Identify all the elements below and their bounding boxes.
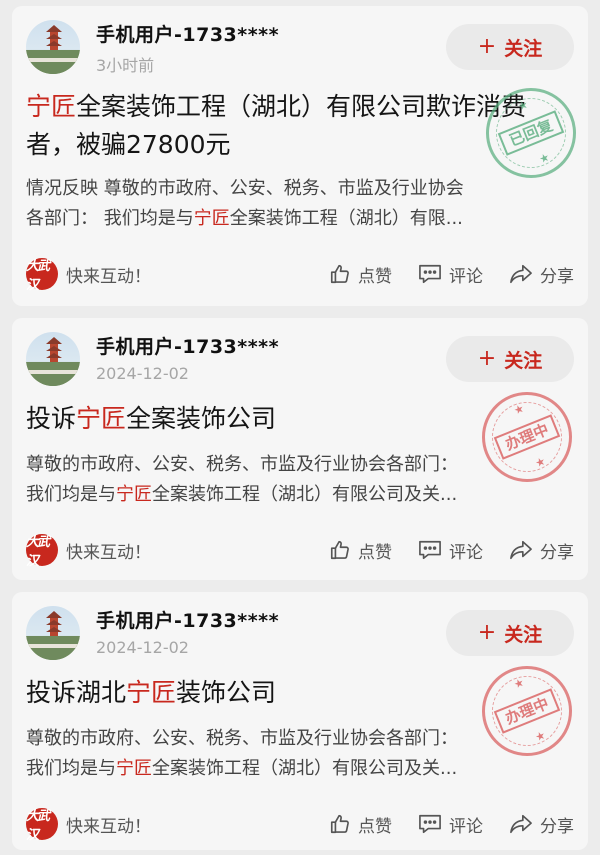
title-highlight: 宁匠 xyxy=(26,92,77,121)
thumbs-up-icon xyxy=(330,540,349,560)
share-label: 分享 xyxy=(540,266,574,287)
comment-label: 评论 xyxy=(449,542,483,563)
post-card[interactable]: 手机用户-1733**** 2024-12-02 + 关注 投诉湖北宁匠装饰公司… xyxy=(12,592,588,850)
comment-icon xyxy=(419,814,441,834)
share-icon xyxy=(510,540,532,560)
brand-logo[interactable]: 大武汉 xyxy=(26,808,58,843)
action-bar: 点赞 评论 分享 xyxy=(329,538,574,563)
brand-logo[interactable]: 大武汉 xyxy=(26,534,58,569)
post-time: 2024-12-02 xyxy=(96,638,189,657)
share-label: 分享 xyxy=(540,542,574,563)
share-button[interactable]: 分享 xyxy=(509,812,574,837)
post-time: 3小时前 xyxy=(96,56,155,75)
comment-icon xyxy=(419,540,441,560)
avatar[interactable] xyxy=(26,20,80,74)
like-label: 点赞 xyxy=(358,266,392,287)
post-summary[interactable]: 情况反映 尊敬的市政府、公安、税务、市监及行业协会 各部门： 我们均是与宁匠全案… xyxy=(26,174,574,234)
post-card[interactable]: 手机用户-1733**** 2024-12-02 + 关注 投诉宁匠全案装饰公司… xyxy=(12,318,588,580)
summary-line: 我们均是与宁匠全案装饰工程（湖北）有限公司及关... xyxy=(26,484,458,505)
stamp-text: 已回复 xyxy=(498,110,564,156)
thumbs-up-icon xyxy=(330,264,349,284)
like-button[interactable]: 点赞 xyxy=(329,262,392,287)
title-text: 全案装饰工程（湖北）有限公司欺诈消费者，被骗27800元 xyxy=(26,92,527,159)
post-card[interactable]: 手机用户-1733**** 3小时前 + 关注 宁匠全案装饰工程（湖北）有限公司… xyxy=(12,6,590,306)
title-highlight: 宁匠 xyxy=(126,678,177,707)
brand-text[interactable]: 快来互动！ xyxy=(66,812,151,837)
post-feed: 手机用户-1733**** 3小时前 + 关注 宁匠全案装饰工程（湖北）有限公司… xyxy=(0,0,600,855)
title-highlight: 宁匠 xyxy=(76,404,127,433)
share-button[interactable]: 分享 xyxy=(509,538,574,563)
comment-button[interactable]: 评论 xyxy=(418,262,483,287)
plus-icon: + xyxy=(477,34,497,59)
comment-button[interactable]: 评论 xyxy=(418,538,483,563)
like-label: 点赞 xyxy=(358,816,392,837)
follow-button[interactable]: + 关注 xyxy=(446,610,574,656)
share-icon xyxy=(510,814,532,834)
username[interactable]: 手机用户-1733**** xyxy=(96,606,279,633)
summary-line: 各部门： 我们均是与宁匠全案装饰工程（湖北）有限... xyxy=(26,208,463,229)
plus-icon: + xyxy=(477,346,497,371)
summary-line: 情况反映 尊敬的市政府、公安、税务、市监及行业协会 xyxy=(26,178,464,199)
username[interactable]: 手机用户-1733**** xyxy=(96,332,279,359)
post-footer: 大武汉 快来互动！ 点赞 评论 分享 xyxy=(26,806,574,843)
comment-button[interactable]: 评论 xyxy=(418,812,483,837)
follow-label: 关注 xyxy=(504,349,543,372)
avatar[interactable] xyxy=(26,606,80,660)
share-label: 分享 xyxy=(540,816,574,837)
share-icon xyxy=(510,264,532,284)
post-footer: 大武汉 快来互动！ 点赞 评论 分享 xyxy=(26,532,574,569)
thumbs-up-icon xyxy=(330,814,349,834)
action-bar: 点赞 评论 分享 xyxy=(329,812,574,837)
brand-logo[interactable]: 大武汉 xyxy=(26,258,58,293)
follow-label: 关注 xyxy=(504,623,543,646)
action-bar: 点赞 评论 分享 xyxy=(329,262,574,287)
comment-icon xyxy=(419,264,441,284)
brand-text[interactable]: 快来互动！ xyxy=(66,262,151,287)
post-time: 2024-12-02 xyxy=(96,364,189,383)
follow-button[interactable]: + 关注 xyxy=(446,24,574,70)
username[interactable]: 手机用户-1733**** xyxy=(96,20,279,47)
post-footer: 大武汉 快来互动！ 点赞 评论 分享 xyxy=(26,256,574,293)
follow-button[interactable]: + 关注 xyxy=(446,336,574,382)
summary-line: 尊敬的市政府、公安、税务、市监及行业协会各部门： xyxy=(26,728,458,749)
brand-text[interactable]: 快来互动！ xyxy=(66,538,151,563)
summary-line: 尊敬的市政府、公安、税务、市监及行业协会各部门： xyxy=(26,454,458,475)
post-summary[interactable]: 尊敬的市政府、公安、税务、市监及行业协会各部门： 我们均是与宁匠全案装饰工程（湖… xyxy=(26,724,574,784)
like-label: 点赞 xyxy=(358,542,392,563)
follow-label: 关注 xyxy=(504,37,543,60)
share-button[interactable]: 分享 xyxy=(509,262,574,287)
like-button[interactable]: 点赞 xyxy=(329,538,392,563)
like-button[interactable]: 点赞 xyxy=(329,812,392,837)
plus-icon: + xyxy=(477,620,497,645)
comment-label: 评论 xyxy=(449,266,483,287)
post-summary[interactable]: 尊敬的市政府、公安、税务、市监及行业协会各部门： 我们均是与宁匠全案装饰工程（湖… xyxy=(26,450,574,510)
summary-line: 我们均是与宁匠全案装饰工程（湖北）有限公司及关... xyxy=(26,758,458,779)
comment-label: 评论 xyxy=(449,816,483,837)
avatar[interactable] xyxy=(26,332,80,386)
